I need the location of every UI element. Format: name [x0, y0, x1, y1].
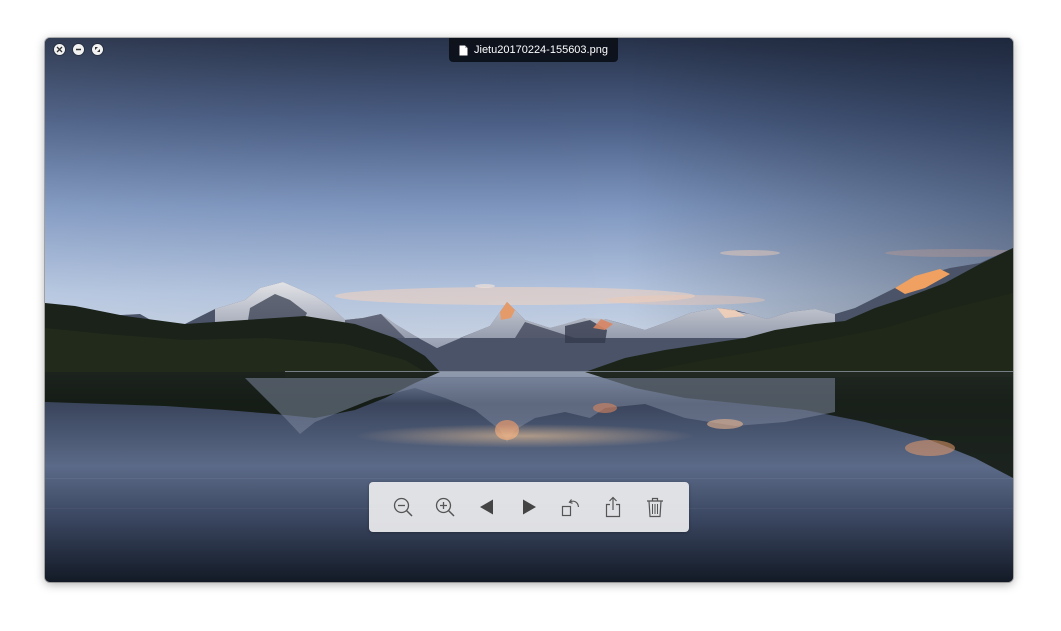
rotate-button[interactable]: [555, 491, 587, 523]
zoom-in-button[interactable]: [429, 491, 461, 523]
zoom-in-icon: [435, 497, 455, 517]
triangle-left-icon: [480, 499, 493, 515]
minimize-icon[interactable]: [73, 44, 84, 55]
zoom-out-button[interactable]: [387, 491, 419, 523]
share-icon: [605, 496, 621, 518]
window-controls: [54, 44, 103, 55]
next-button[interactable]: [513, 491, 545, 523]
fullscreen-icon[interactable]: [92, 44, 103, 55]
rotate-icon: [561, 499, 580, 517]
close-icon[interactable]: [54, 44, 65, 55]
viewer-window: Jietu20170224-155603.png: [45, 38, 1013, 582]
share-button[interactable]: [597, 491, 629, 523]
previous-button[interactable]: [471, 491, 503, 523]
document-icon: [459, 45, 468, 55]
trash-icon: [647, 497, 663, 518]
viewer-toolbar: [369, 482, 689, 532]
delete-button[interactable]: [639, 491, 671, 523]
triangle-right-icon: [523, 499, 536, 515]
window-title: Jietu20170224-155603.png: [474, 44, 608, 56]
zoom-out-icon: [393, 497, 413, 517]
title-bar: Jietu20170224-155603.png: [449, 38, 618, 62]
